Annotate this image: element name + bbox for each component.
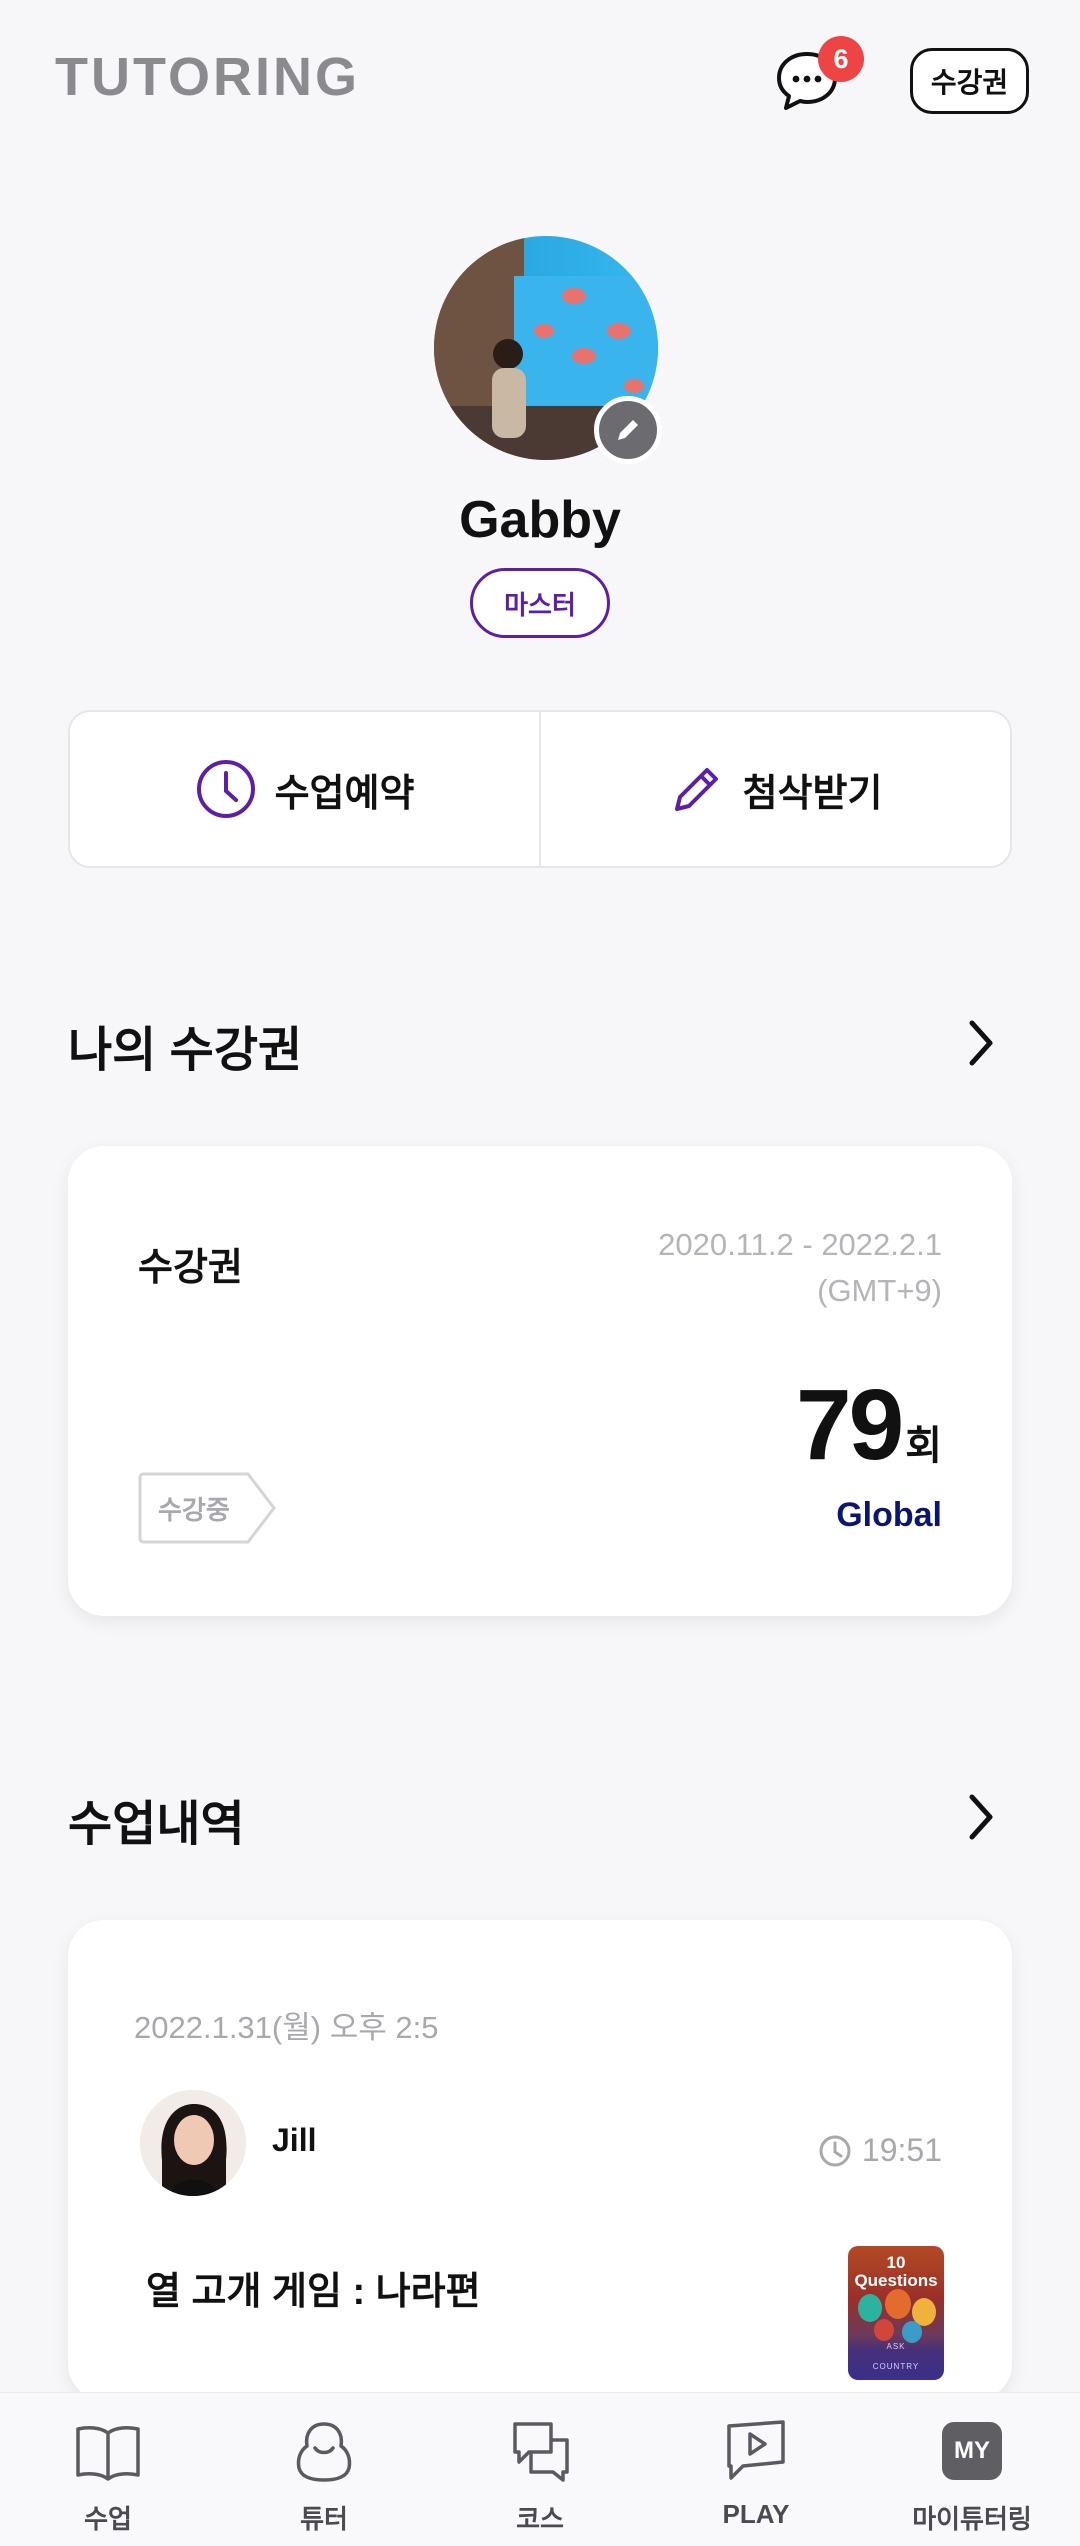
pass-remaining-count: 79 회: [796, 1368, 942, 1483]
chevron-right-icon[interactable]: [960, 1787, 1000, 1847]
clock-icon: [819, 2135, 851, 2166]
thumb-title: 10 Questions: [848, 2254, 944, 2290]
history-section-title: 수업내역: [68, 1798, 245, 1851]
reserve-lesson-button[interactable]: 수업예약: [70, 712, 539, 866]
pass-period: 2020.11.2 - 2022.2.1 (GMT+9): [658, 1222, 942, 1314]
action-card: 수업예약 첨삭받기: [68, 710, 1012, 868]
nav-item-tutors[interactable]: 튜터: [216, 2393, 432, 2546]
nav-item-lessons[interactable]: 수업: [0, 2393, 216, 2546]
profile-avatar-wrap: [434, 236, 662, 464]
username: Gabby: [459, 491, 621, 549]
status-badge: 수강중: [138, 1472, 278, 1544]
nav-label-my-tutoring: 마이튜터링: [912, 2504, 1032, 2534]
logo-text: TUTORING: [55, 47, 360, 107]
chat-badge-count: 6: [818, 36, 864, 82]
nav-item-courses[interactable]: 코스: [432, 2393, 648, 2546]
get-correction-label: 첨삭받기: [742, 772, 883, 815]
bottom-navigation: 수업 튜터 코스 PLAY MY 마이튜터링: [0, 2392, 1080, 2546]
lesson-thumbnail: 10 Questions ASK COUNTRY: [848, 2246, 944, 2380]
reserve-lesson-label: 수업예약: [274, 772, 415, 815]
tutor-photo: [140, 2090, 246, 2196]
thumb-subtitle-1: ASK: [886, 2342, 906, 2351]
thumb-subtitle-2: COUNTRY: [872, 2362, 920, 2371]
chevron-right-icon[interactable]: [960, 1013, 1000, 1073]
nav-label-lessons: 수업: [84, 2504, 132, 2534]
book-icon: [72, 2415, 144, 2487]
nav-item-my-tutoring[interactable]: MY 마이튜터링: [864, 2393, 1080, 2546]
pass-period-dates: 2020.11.2 - 2022.2.1: [658, 1227, 942, 1262]
lesson-history-card[interactable]: 2022.1.31(월) 오후 2:5 Jill 19:51 열 고개 게임 :…: [68, 1920, 1012, 2400]
my-icon-text: MY: [942, 2422, 1002, 2480]
tutor-avatar: [140, 2090, 246, 2196]
edit-profile-button[interactable]: [594, 396, 662, 464]
nav-label-tutors: 튜터: [300, 2504, 348, 2534]
nav-item-play[interactable]: PLAY: [648, 2393, 864, 2546]
get-correction-button[interactable]: 첨삭받기: [539, 712, 1010, 866]
play-icon: [720, 2415, 792, 2487]
tutor-icon: [288, 2415, 360, 2487]
nav-label-courses: 코스: [516, 2504, 564, 2534]
app-header: TUTORING 6 수강권: [0, 0, 1080, 170]
nav-label-play: PLAY: [722, 2499, 790, 2529]
tutor-name: Jill: [272, 2122, 317, 2158]
level-badge: 마스터: [470, 568, 610, 638]
pass-count-unit: 회: [905, 1424, 942, 1468]
my-icon: MY: [936, 2415, 1008, 2487]
tutoring-logo: TUTORING: [55, 50, 360, 104]
my-pass-section-title: 나의 수강권: [68, 1024, 303, 1077]
pass-timezone: (GMT+9): [817, 1273, 942, 1308]
pass-type: Global: [836, 1496, 942, 1534]
lesson-date: 2022.1.31(월) 오후 2:5: [134, 2010, 439, 2045]
pencil-icon: [618, 420, 638, 440]
lesson-title: 열 고개 게임 : 나라편: [146, 2271, 481, 2313]
pass-count-number: 79: [795, 1369, 904, 1481]
lesson-duration: 19:51: [818, 2132, 942, 2169]
pencil-outline-icon: [674, 768, 718, 811]
lanterns-illustration: [858, 2289, 936, 2343]
thumb-title-line1: 10: [886, 2253, 906, 2272]
lesson-duration-text: 19:51: [861, 2132, 942, 2168]
status-badge-label: 수강중: [158, 1495, 230, 1525]
pass-card[interactable]: 수강권 2020.11.2 - 2022.2.1 (GMT+9) 79 회 수강…: [68, 1146, 1012, 1616]
pass-name: 수강권: [138, 1247, 243, 1289]
course-icon: [504, 2415, 576, 2487]
pass-button[interactable]: 수강권: [910, 48, 1029, 114]
clock-icon: [196, 760, 255, 818]
